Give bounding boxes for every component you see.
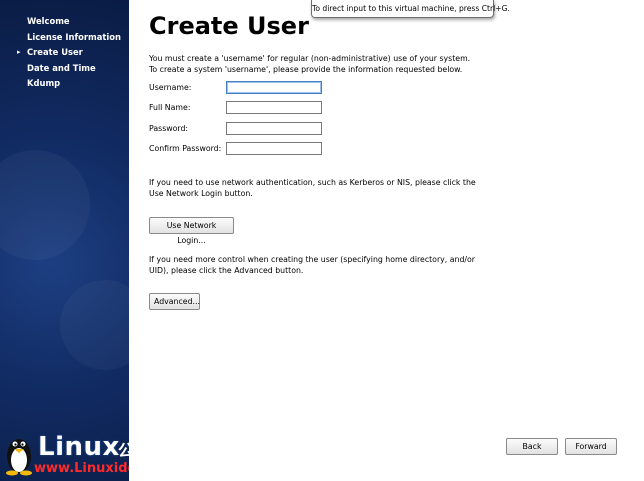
username-label: Username: bbox=[149, 83, 192, 92]
network-line-2: Use Network Login button. bbox=[149, 189, 253, 198]
current-step-arrow-icon: ▸ bbox=[17, 48, 21, 56]
confirm-password-label: Confirm Password: bbox=[149, 144, 222, 153]
network-text: If you need to use network authenticatio… bbox=[149, 177, 479, 199]
full-name-label: Full Name: bbox=[149, 103, 191, 112]
watermark-logo: Linux 公社 www.Linuxidc.com bbox=[0, 428, 129, 481]
watermark-url: www.Linuxidc.com bbox=[34, 461, 129, 476]
step-label: Date and Time bbox=[27, 62, 96, 73]
network-line-1: If you need to use network authenticatio… bbox=[149, 178, 476, 187]
use-network-login-button[interactable]: Use Network Login... bbox=[149, 217, 234, 245]
sidebar: Welcome License Information ▸ Create Use… bbox=[0, 0, 129, 481]
forward-button[interactable]: Forward bbox=[565, 438, 617, 455]
step-label: Welcome bbox=[27, 16, 70, 26]
intro-line-1: You must create a 'username' for regular… bbox=[149, 54, 471, 63]
penguin-icon bbox=[6, 439, 32, 476]
full-name-input[interactable] bbox=[226, 101, 322, 114]
watermark-word: Linux bbox=[38, 432, 120, 462]
vm-input-tooltip: To direct input to this virtual machine,… bbox=[311, 0, 510, 18]
advanced-button[interactable]: Advanced... bbox=[149, 293, 200, 310]
watermark-cn: 公社 bbox=[118, 441, 129, 460]
advanced-line-2: UID), please click the Advanced button. bbox=[149, 266, 304, 275]
step-create-user: ▸ Create User bbox=[0, 45, 129, 61]
step-label: Create User bbox=[27, 47, 83, 57]
confirm-password-input[interactable] bbox=[226, 142, 322, 155]
intro-text: You must create a 'username' for regular… bbox=[149, 53, 479, 75]
step-label: License Information bbox=[27, 31, 121, 42]
step-license-information: License Information bbox=[0, 30, 129, 46]
page-title: Create User bbox=[149, 12, 309, 40]
step-kdump: Kdump bbox=[0, 76, 129, 92]
step-list: Welcome License Information ▸ Create Use… bbox=[0, 14, 129, 92]
back-button[interactable]: Back bbox=[506, 438, 558, 455]
main-panel: Create User You must create a 'username'… bbox=[129, 0, 644, 481]
step-date-and-time: Date and Time bbox=[0, 61, 129, 77]
intro-line-2: To create a system 'username', please pr… bbox=[149, 65, 463, 74]
password-input[interactable] bbox=[226, 122, 322, 135]
step-label: Kdump bbox=[27, 78, 61, 88]
password-label: Password: bbox=[149, 124, 189, 133]
advanced-text: If you need more control when creating t… bbox=[149, 254, 479, 276]
username-input[interactable] bbox=[226, 81, 322, 94]
step-welcome: Welcome bbox=[0, 14, 129, 30]
advanced-line-1: If you need more control when creating t… bbox=[149, 255, 476, 264]
